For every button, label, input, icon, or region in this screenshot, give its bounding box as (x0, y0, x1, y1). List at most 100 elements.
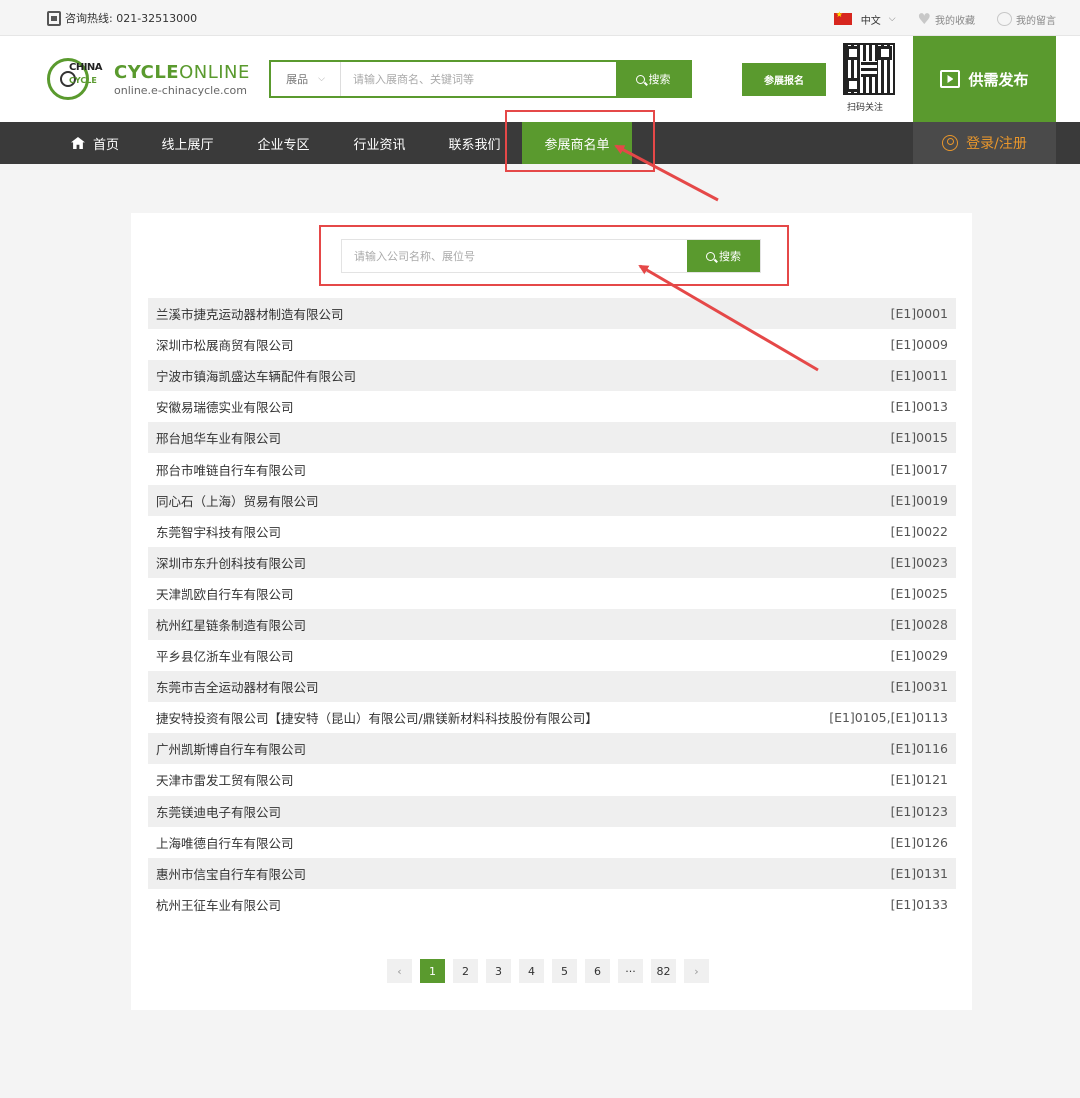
page-button[interactable]: 3 (486, 959, 511, 983)
page-button[interactable]: 4 (519, 959, 544, 983)
table-row[interactable]: 邢台市唯链自行车有限公司 [E1]0017 (148, 453, 956, 484)
booth-number: [E1]0025 (890, 585, 948, 601)
heart-icon: ♥ (917, 10, 931, 28)
supply-demand-publish-button[interactable]: 供需发布 (913, 36, 1056, 122)
exhibitor-name[interactable]: 杭州红星链条制造有限公司 (156, 615, 306, 634)
booth-number: [E1]0126 (890, 834, 948, 850)
logo-wordmark: CYCLEONLINE (114, 62, 250, 83)
table-row[interactable]: 安徽易瑞德实业有限公司 [E1]0013 (148, 391, 956, 422)
exhibitor-name[interactable]: 邢台市唯链自行车有限公司 (156, 460, 306, 479)
page-button[interactable]: 5 (552, 959, 577, 983)
exhibitor-name[interactable]: 安徽易瑞德实业有限公司 (156, 397, 294, 416)
search-icon (635, 74, 645, 84)
exhibitor-name[interactable]: 宁波市镇海凯盛达车辆配件有限公司 (156, 366, 356, 385)
table-row[interactable]: 杭州王征车业有限公司 [E1]0133 (148, 889, 956, 920)
booth-number: [E1]0011 (890, 368, 948, 384)
nav-item-home[interactable]: 首页 (55, 122, 135, 164)
booth-number: [E1]0105,[E1]0113 (829, 710, 948, 726)
nav-item-news[interactable]: 行业资讯 (337, 122, 422, 164)
table-row[interactable]: 杭州红星链条制造有限公司 [E1]0028 (148, 608, 956, 641)
booth-number: [E1]0133 (890, 896, 948, 912)
booth-number: [E1]0028 (890, 616, 948, 632)
user-icon (942, 135, 959, 151)
logo-url: online.e-chinacycle.com (114, 84, 247, 97)
booth-number: [E1]0029 (890, 648, 948, 664)
table-row[interactable]: 东莞智宇科技有限公司 [E1]0022 (148, 516, 956, 547)
booth-number: [E1]0022 (890, 523, 948, 539)
exhibitor-name[interactable]: 平乡县亿浙车业有限公司 (156, 646, 294, 665)
publish-label: 供需发布 (968, 70, 1029, 89)
table-row[interactable]: 深圳市东升创科技有限公司 [E1]0023 (148, 546, 956, 578)
table-row[interactable]: 同心石（上海）贸易有限公司 [E1]0019 (148, 484, 956, 516)
header-search-button[interactable]: 搜索 (616, 62, 690, 96)
site-logo[interactable]: CHINA CYCLE CYCLEONLINE online.e-chinacy… (47, 56, 250, 106)
booth-number: [E1]0013 (890, 399, 948, 415)
table-row[interactable]: 深圳市松展商贸有限公司 [E1]0009 (148, 329, 956, 360)
booth-number: [E1]0001 (890, 306, 948, 322)
qr-code-image (843, 43, 895, 95)
exhibitor-name[interactable]: 同心石（上海）贸易有限公司 (156, 491, 319, 510)
exhibitor-name[interactable]: 上海唯德自行车有限公司 (156, 833, 294, 852)
favorites-link[interactable]: ♥ 我的收藏 (918, 10, 975, 28)
annotation-box-search (319, 225, 789, 286)
login-register-button[interactable]: 登录/注册 (913, 122, 1056, 164)
table-row[interactable]: 广州凯斯博自行车有限公司 [E1]0116 (148, 733, 956, 765)
publish-icon (940, 70, 961, 88)
booth-number: [E1]0009 (890, 337, 948, 353)
top-right-links: 中文 ⌵ ♥ 我的收藏 我的留言 (833, 10, 1056, 28)
next-page-button[interactable]: › (684, 959, 709, 983)
china-flag-icon (833, 10, 852, 25)
exhibitor-name[interactable]: 东莞镁迪电子有限公司 (156, 802, 281, 821)
header-search-button-label: 搜索 (648, 73, 671, 86)
nav-item-enterprise[interactable]: 企业专区 (241, 122, 326, 164)
search-category-select[interactable]: 展品 ⌵ (271, 62, 341, 96)
exhibitor-name[interactable]: 邢台旭华车业有限公司 (156, 428, 281, 447)
exhibitor-name[interactable]: 兰溪市捷克运动器材制造有限公司 (156, 304, 344, 323)
table-row[interactable]: 天津凯欧自行车有限公司 [E1]0025 (148, 578, 956, 609)
exhibitor-name[interactable]: 深圳市东升创科技有限公司 (156, 553, 306, 572)
exhibitor-name[interactable]: 东莞智宇科技有限公司 (156, 522, 281, 541)
booth-number: [E1]0123 (890, 803, 948, 819)
booth-number: [E1]0017 (890, 461, 948, 477)
login-label: 登录/注册 (966, 136, 1027, 152)
header-search-input[interactable] (341, 62, 616, 96)
exhibitor-name[interactable]: 东莞市吉全运动器材有限公司 (156, 677, 319, 696)
table-row[interactable]: 天津市雷发工贸有限公司 [E1]0121 (148, 764, 956, 795)
page-button[interactable]: 1 (420, 959, 445, 983)
pagination-ellipsis: ··· (618, 959, 643, 983)
logo-cycle-small-text: CYCLE (69, 76, 97, 85)
language-label: 中文 (860, 15, 881, 27)
nav-home-label: 首页 (92, 137, 119, 153)
exhibitor-name[interactable]: 深圳市松展商贸有限公司 (156, 335, 294, 354)
exhibitor-name[interactable]: 杭州王征车业有限公司 (156, 895, 281, 914)
table-row[interactable]: 邢台旭华车业有限公司 [E1]0015 (148, 422, 956, 454)
exhibitor-name[interactable]: 天津市雷发工贸有限公司 (156, 770, 294, 789)
exhibitor-name[interactable]: 广州凯斯博自行车有限公司 (156, 739, 306, 758)
table-row[interactable]: 宁波市镇海凯盛达车辆配件有限公司 [E1]0011 (148, 360, 956, 392)
table-row[interactable]: 捷安特投资有限公司【捷安特（昆山）有限公司/鼎镁新材料科技股份有限公司】 [E1]… (148, 702, 956, 733)
messages-link[interactable]: 我的留言 (997, 12, 1056, 27)
hotline-text: 咨询热线: 021-32513000 (65, 12, 198, 25)
booth-number: [E1]0121 (890, 772, 948, 788)
top-bar: 咨询热线: 021-32513000 中文 ⌵ ♥ 我的收藏 我的留言 (0, 0, 1080, 36)
language-selector[interactable]: 中文 ⌵ (833, 10, 896, 27)
speech-bubble-icon (997, 12, 1012, 26)
table-row[interactable]: 平乡县亿浙车业有限公司 [E1]0029 (148, 640, 956, 671)
table-row[interactable]: 惠州市信宝自行车有限公司 [E1]0131 (148, 857, 956, 889)
prev-page-button[interactable]: ‹ (387, 959, 412, 983)
table-row[interactable]: 上海唯德自行车有限公司 [E1]0126 (148, 827, 956, 858)
page-button[interactable]: 6 (585, 959, 610, 983)
booth-number: [E1]0031 (890, 679, 948, 695)
exhibitor-name[interactable]: 天津凯欧自行车有限公司 (156, 584, 294, 603)
page-button[interactable]: 82 (651, 959, 676, 983)
exhibitor-name[interactable]: 捷安特投资有限公司【捷安特（昆山）有限公司/鼎镁新材料科技股份有限公司】 (156, 708, 598, 727)
nav-item-online-hall[interactable]: 线上展厅 (145, 122, 230, 164)
exhibitor-name[interactable]: 惠州市信宝自行车有限公司 (156, 864, 306, 883)
table-row[interactable]: 兰溪市捷克运动器材制造有限公司 [E1]0001 (148, 298, 956, 330)
exhibitor-signup-button[interactable]: 参展报名 (742, 63, 826, 96)
search-category-label: 展品 (286, 73, 309, 86)
page-button[interactable]: 2 (453, 959, 478, 983)
table-row[interactable]: 东莞市吉全运动器材有限公司 [E1]0031 (148, 671, 956, 703)
logo-online: ONLINE (179, 62, 250, 83)
table-row[interactable]: 东莞镁迪电子有限公司 [E1]0123 (148, 795, 956, 827)
